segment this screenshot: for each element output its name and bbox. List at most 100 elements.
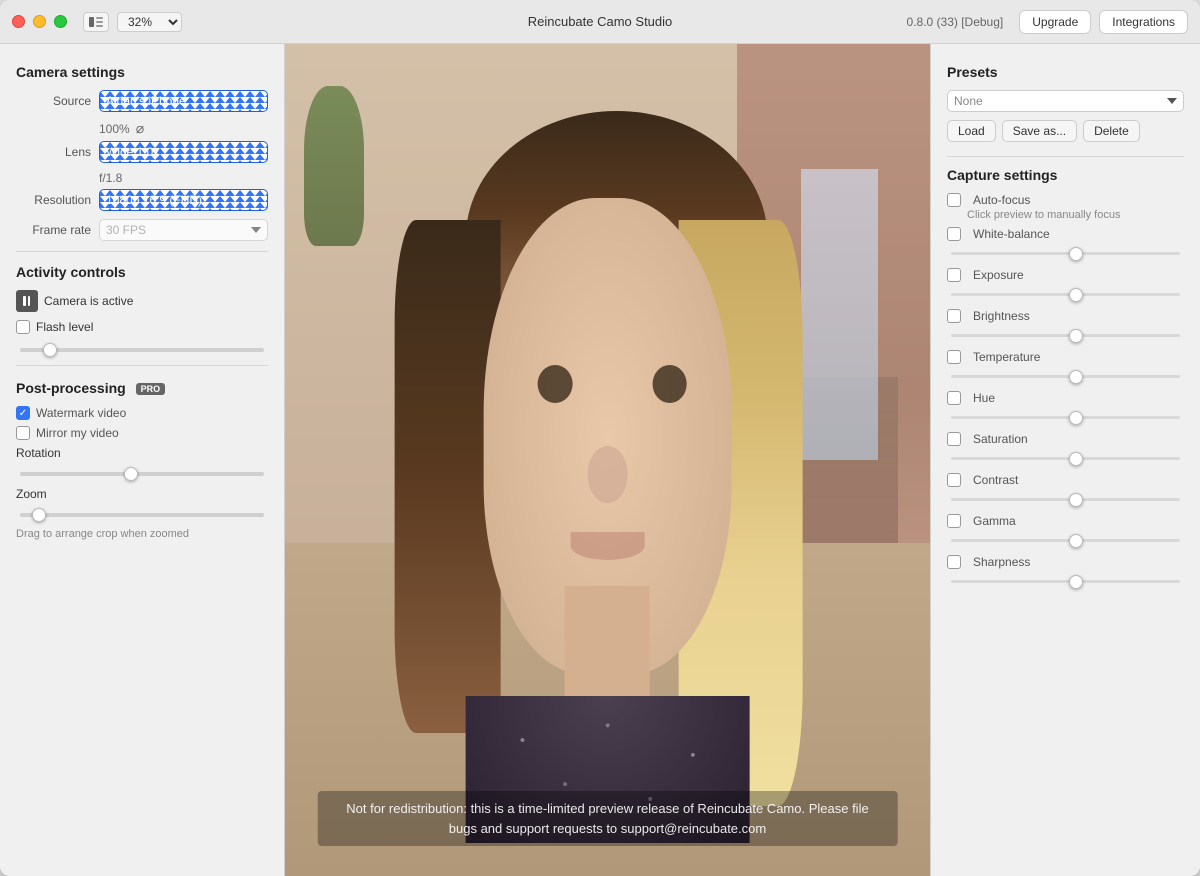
- contrast-item: Contrast: [947, 473, 1184, 504]
- zoom-select[interactable]: 32% 50% 75% 100%: [117, 12, 182, 32]
- presets-select[interactable]: None: [947, 90, 1184, 112]
- exposure-item: Exposure: [947, 268, 1184, 299]
- flash-slider-container: [16, 340, 268, 355]
- rotation-slider[interactable]: [20, 472, 264, 476]
- brightness-row: Brightness: [947, 309, 1184, 323]
- gamma-checkbox[interactable]: [947, 514, 961, 528]
- sharpness-checkbox[interactable]: [947, 555, 961, 569]
- watermark-overlay: Not for redistribution: this is a time-l…: [317, 791, 898, 846]
- source-sub-info: 100% ⌀: [99, 120, 268, 137]
- flash-slider[interactable]: [20, 348, 264, 352]
- rotation-label: Rotation: [16, 446, 268, 460]
- sidebar-toggle-button[interactable]: [83, 12, 109, 32]
- sharpness-slider-container: [947, 571, 1184, 586]
- brightness-slider[interactable]: [951, 334, 1180, 337]
- hue-checkbox[interactable]: [947, 391, 961, 405]
- contrast-slider[interactable]: [951, 498, 1180, 501]
- auto-focus-hint: Click preview to manually focus: [967, 209, 1184, 221]
- person-area: [430, 111, 785, 843]
- white-balance-row: White-balance: [947, 227, 1184, 241]
- exposure-checkbox[interactable]: [947, 268, 961, 282]
- gamma-row: Gamma: [947, 514, 1184, 528]
- source-select[interactable]: Aidan's iPhone: [99, 90, 268, 112]
- frame-rate-select[interactable]: 30 FPS: [99, 219, 268, 241]
- rotation-slider-container: [16, 464, 268, 479]
- saturation-label: Saturation: [973, 432, 1028, 446]
- divider-1: [16, 251, 268, 252]
- presets-section: Presets None Load Save as... Delete: [947, 64, 1184, 142]
- pause-icon: [23, 296, 31, 306]
- minimize-button[interactable]: [33, 15, 46, 28]
- post-processing-section: Post-processing PRO Watermark video Mirr…: [16, 380, 268, 540]
- temperature-slider-container: [947, 366, 1184, 381]
- activity-section: Activity controls Camera is active Flash…: [16, 264, 268, 355]
- contrast-label: Contrast: [973, 473, 1018, 487]
- brightness-label: Brightness: [973, 309, 1030, 323]
- eye-left: [538, 365, 573, 403]
- saturation-slider[interactable]: [951, 457, 1180, 460]
- zoom-slider[interactable]: [20, 513, 264, 517]
- delete-button[interactable]: Delete: [1083, 120, 1140, 142]
- contrast-row: Contrast: [947, 473, 1184, 487]
- brightness-checkbox[interactable]: [947, 309, 961, 323]
- lens-label: Lens: [16, 145, 91, 159]
- main-content: Camera settings Source Aidan's iPhone 10…: [0, 44, 1200, 876]
- hue-slider[interactable]: [951, 416, 1180, 419]
- close-button[interactable]: [12, 15, 25, 28]
- exposure-slider-container: [947, 284, 1184, 299]
- source-percent: 100%: [99, 122, 130, 136]
- temperature-row: Temperature: [947, 350, 1184, 364]
- sharpness-item: Sharpness: [947, 555, 1184, 586]
- sharpness-slider[interactable]: [951, 580, 1180, 583]
- eye-right: [652, 365, 687, 403]
- pause-button[interactable]: [16, 290, 38, 312]
- load-button[interactable]: Load: [947, 120, 996, 142]
- white-balance-slider[interactable]: [951, 252, 1180, 255]
- watermark-text: Not for redistribution: this is a time-l…: [346, 801, 868, 836]
- watermark-row: Watermark video: [16, 406, 268, 420]
- temperature-slider[interactable]: [951, 375, 1180, 378]
- temperature-checkbox[interactable]: [947, 350, 961, 364]
- saturation-checkbox[interactable]: [947, 432, 961, 446]
- mirror-checkbox[interactable]: [16, 426, 30, 440]
- gamma-slider[interactable]: [951, 539, 1180, 542]
- white-balance-item: White-balance: [947, 227, 1184, 258]
- right-panel: Presets None Load Save as... Delete Capt…: [930, 44, 1200, 876]
- maximize-button[interactable]: [54, 15, 67, 28]
- lens-aperture: f/1.8: [99, 171, 122, 185]
- white-balance-checkbox[interactable]: [947, 227, 961, 241]
- divider-2: [16, 365, 268, 366]
- sharpness-row: Sharpness: [947, 555, 1184, 569]
- brightness-item: Brightness: [947, 309, 1184, 340]
- zoom-slider-container: [16, 505, 268, 520]
- activity-controls-title: Activity controls: [16, 264, 268, 280]
- lens-select[interactable]: Wide 1.0x: [99, 141, 268, 163]
- save-as-button[interactable]: Save as...: [1002, 120, 1077, 142]
- exposure-label: Exposure: [973, 268, 1024, 282]
- exposure-row: Exposure: [947, 268, 1184, 282]
- titlebar: 32% 50% 75% 100% Reincubate Camo Studio …: [0, 0, 1200, 44]
- bg-window: [801, 169, 878, 460]
- exposure-slider[interactable]: [951, 293, 1180, 296]
- nose: [588, 446, 628, 503]
- resolution-select[interactable]: 1080p 16:9 (FHD): [99, 189, 268, 211]
- flash-label: Flash level: [36, 320, 93, 334]
- watermark-checkbox[interactable]: [16, 406, 30, 420]
- watermark-label: Watermark video: [36, 406, 126, 420]
- zoom-label: Zoom: [16, 487, 268, 501]
- mouth: [570, 532, 645, 561]
- flash-checkbox[interactable]: [16, 320, 30, 334]
- capture-settings-title: Capture settings: [947, 167, 1184, 183]
- white-balance-slider-container: [947, 243, 1184, 258]
- auto-focus-checkbox[interactable]: [947, 193, 961, 207]
- preset-row: None: [947, 90, 1184, 112]
- upgrade-button[interactable]: Upgrade: [1019, 10, 1091, 34]
- auto-focus-item: Auto-focus Click preview to manually foc…: [947, 193, 1184, 221]
- video-area[interactable]: Not for redistribution: this is a time-l…: [285, 44, 930, 876]
- right-divider-1: [947, 156, 1184, 157]
- integrations-button[interactable]: Integrations: [1099, 10, 1188, 34]
- left-panel: Camera settings Source Aidan's iPhone 10…: [0, 44, 285, 876]
- contrast-checkbox[interactable]: [947, 473, 961, 487]
- resolution-row: Resolution 1080p 16:9 (FHD): [16, 189, 268, 211]
- video-preview: Not for redistribution: this is a time-l…: [285, 44, 930, 876]
